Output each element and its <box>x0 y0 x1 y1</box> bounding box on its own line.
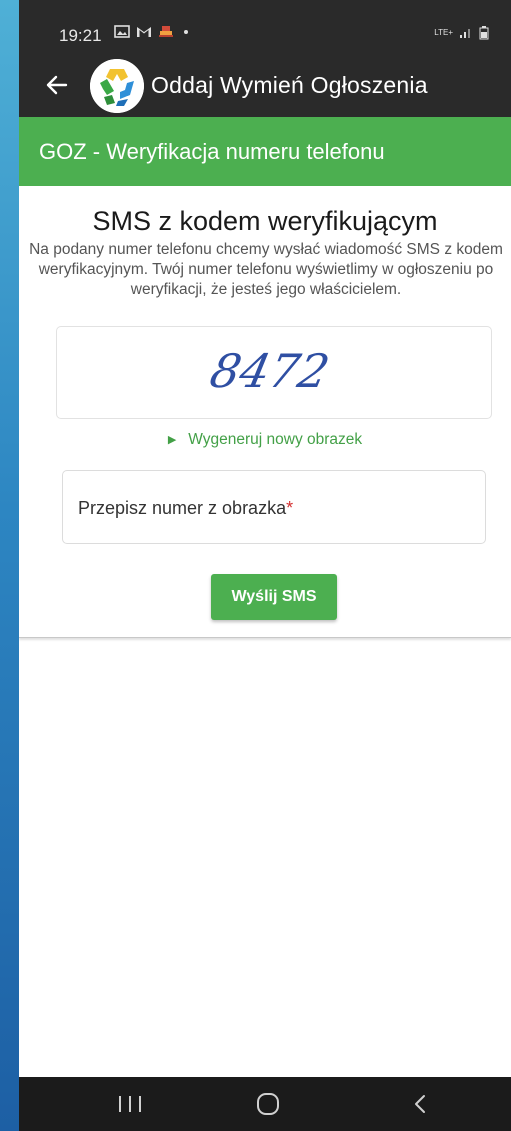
app-bar: Oddaj Wymień Ogłoszenia <box>19 55 511 117</box>
lte-icon: LTE+ <box>434 28 453 37</box>
card-description: Na podany numer telefonu chcemy wysłać w… <box>29 241 503 298</box>
page-header: GOZ - Weryfikacja numeru telefonu <box>19 117 511 186</box>
status-bar: 19:21 LTE+ <box>19 0 511 55</box>
gmail-icon <box>137 27 151 37</box>
recent-apps-icon[interactable] <box>119 1096 141 1114</box>
status-system-icons: LTE+ <box>434 26 489 40</box>
card-title: SMS z kodem weryfikującym <box>92 206 438 236</box>
captcha-code-placeholder-text: Przepisz numer z obrazka <box>78 498 287 518</box>
system-nav-bar <box>19 1077 511 1131</box>
dot-icon <box>184 29 188 34</box>
captcha-code-placeholder: Przepisz numer z obrazka* <box>78 498 293 519</box>
signal-icon <box>460 29 470 38</box>
captcha-text: 8472 <box>206 344 334 397</box>
captcha-code-input[interactable]: Przepisz numer z obrazka* <box>62 470 486 544</box>
back-icon[interactable] <box>411 1093 431 1115</box>
verification-card: SMS z kodem weryfikującym Na podany nume… <box>19 186 511 638</box>
triangle-right-icon: ▶ <box>167 434 177 446</box>
phone-screen: 19:21 LTE+ Oddaj Wymień Ogłoszenia GOZ -… <box>19 0 511 1131</box>
captcha-image: 8472 <box>206 344 334 397</box>
home-icon[interactable] <box>257 1093 279 1115</box>
back-button[interactable] <box>41 69 73 101</box>
send-sms-button[interactable]: Wyślij SMS <box>211 574 337 620</box>
regenerate-captcha-label: Wygeneruj nowy obrazek <box>188 431 363 448</box>
recycle-logo-icon <box>90 59 144 113</box>
status-time: 19:21 <box>59 26 102 45</box>
arrow-left-icon <box>46 75 68 95</box>
status-notification-icons <box>114 25 188 38</box>
required-mark: * <box>286 498 294 518</box>
app-title: Oddaj Wymień Ogłoszenia <box>151 72 428 98</box>
battery-icon <box>479 26 489 40</box>
gallery-icon <box>114 25 130 38</box>
app-notification-icon <box>159 26 173 37</box>
page-title: GOZ - Weryfikacja numeru telefonu <box>39 139 385 164</box>
regenerate-captcha-link[interactable]: ▶ Wygeneruj nowy obrazek <box>19 431 511 449</box>
captcha-box: 8472 <box>56 326 492 419</box>
